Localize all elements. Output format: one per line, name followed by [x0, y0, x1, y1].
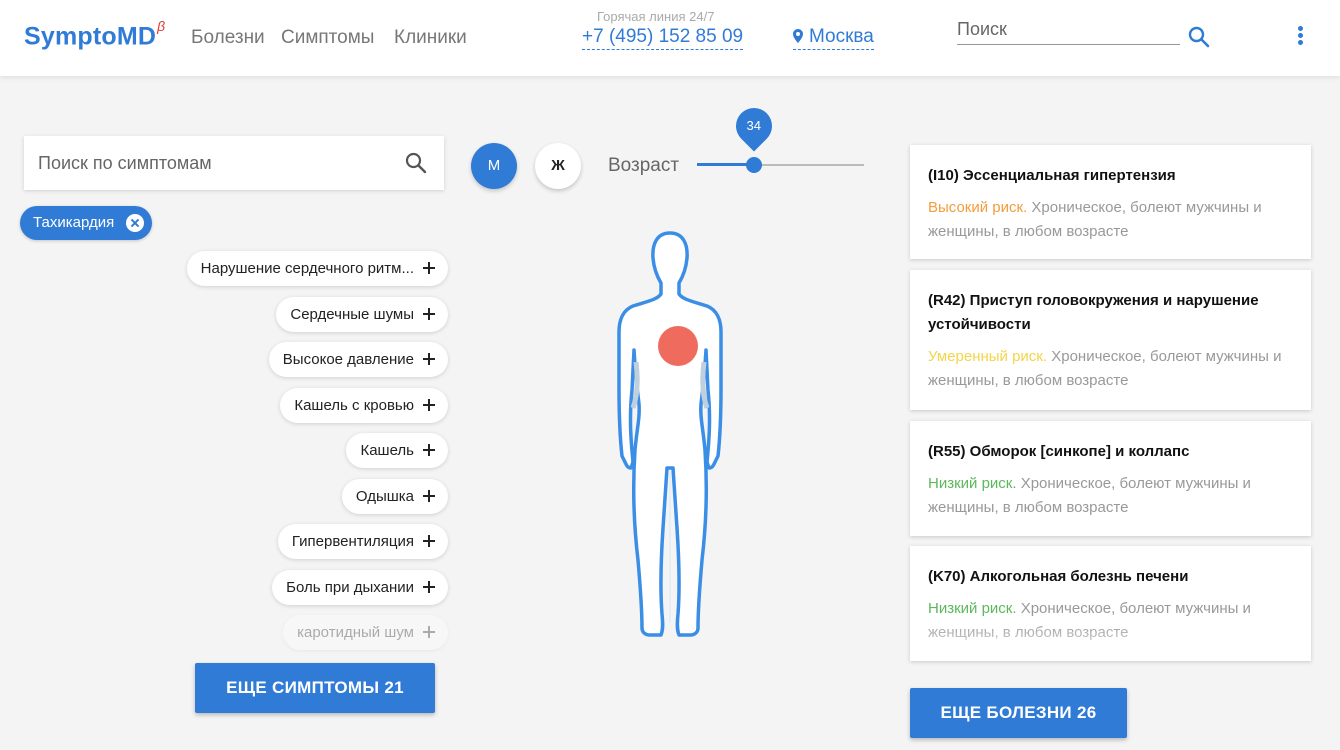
city-selector[interactable]: Москва [793, 26, 874, 50]
risk-level: Высокий риск. [928, 199, 1028, 216]
hotline-label: Горячая линия 24/7 [597, 9, 715, 24]
selected-symptom-label: Тахикардия [33, 214, 115, 231]
more-symptoms-button[interactable]: ЕЩЕ СИМПТОМЫ 21 [195, 663, 435, 713]
plus-icon[interactable] [423, 580, 435, 593]
plus-icon[interactable] [423, 398, 435, 411]
logo[interactable]: SymptoMDβ [24, 18, 165, 51]
symptom-search-input[interactable] [24, 136, 384, 190]
human-body-figure[interactable] [605, 228, 735, 648]
plus-icon[interactable] [423, 444, 435, 456]
symptom-suggestion[interactable]: каротидный шум [283, 615, 448, 650]
hotline-phone-link[interactable]: +7 (495) 152 85 09 [582, 26, 744, 50]
gender-male-button[interactable]: М [471, 143, 517, 189]
city-label: Москва [809, 26, 874, 47]
symptom-suggestion[interactable]: Гипервентиляция [277, 524, 448, 559]
risk-level: Умеренный риск. [928, 348, 1048, 365]
symptom-suggestion[interactable]: Кашель с кровью [280, 387, 448, 423]
disease-title: (K70) Алкогольная болезнь печени [928, 568, 1189, 585]
close-icon[interactable] [126, 214, 145, 232]
symptom-suggestions: Нарушение сердечного ритм... Сердечные ш… [148, 251, 448, 661]
disease-title: (I10) Эссенциальная гипертензия [928, 167, 1176, 184]
disease-card[interactable]: (I10) Эссенциальная гипертензия Высокий … [910, 145, 1311, 259]
top-header: SymptoMDβ Болезни Симптомы Клиники Горяч… [0, 0, 1340, 76]
search-icon[interactable] [1188, 26, 1210, 53]
plus-icon[interactable] [423, 535, 435, 547]
age-slider-thumb[interactable] [745, 157, 762, 173]
symptom-suggestion[interactable]: Одышка [341, 478, 448, 514]
more-vert-icon[interactable] [1292, 26, 1308, 50]
symptom-suggestion[interactable]: Кашель [346, 433, 448, 468]
disease-description: Высокий риск. Хроническое, болеют мужчин… [928, 199, 1262, 240]
symptom-suggestion[interactable]: Высокое давление [268, 342, 448, 377]
disease-title: (R42) Приступ головокружения и нарушение… [928, 292, 1259, 333]
disease-card[interactable]: (R55) Обморок [синкопе] и коллапс Низкий… [910, 421, 1311, 536]
disease-description: Умеренный риск. Хроническое, болеют мужч… [928, 348, 1282, 389]
gender-female-button[interactable]: Ж [535, 143, 581, 189]
disease-card[interactable]: (R42) Приступ головокружения и нарушение… [910, 270, 1311, 410]
more-diseases-button[interactable]: ЕЩЕ БОЛЕЗНИ 26 [910, 688, 1127, 738]
card-fade [910, 621, 1311, 661]
plus-icon[interactable] [423, 626, 435, 638]
plus-icon[interactable] [423, 489, 435, 502]
header-search-input[interactable] [957, 14, 1180, 45]
risk-level: Низкий риск. [928, 475, 1017, 492]
location-pin-icon [793, 27, 803, 43]
nav-diseases[interactable]: Болезни [191, 27, 265, 49]
age-label: Возраст [608, 155, 680, 176]
disease-title: (R55) Обморок [синкопе] и коллапс [928, 443, 1190, 460]
age-value: 34 [746, 118, 761, 133]
symptom-suggestion[interactable]: Нарушение сердечного ритм... [186, 251, 448, 286]
nav-symptoms[interactable]: Симптомы [281, 27, 374, 49]
symptom-search-box [24, 136, 444, 190]
plus-icon[interactable] [423, 262, 435, 274]
selected-symptom-chip[interactable]: Тахикардия [20, 206, 153, 240]
nav-clinics[interactable]: Клиники [394, 27, 467, 49]
search-icon[interactable] [405, 152, 427, 179]
disease-description: Низкий риск. Хроническое, болеют мужчины… [928, 475, 1251, 516]
disease-card[interactable]: (K70) Алкогольная болезнь печени Низкий … [910, 546, 1311, 661]
risk-level: Низкий риск. [928, 600, 1017, 617]
plus-icon[interactable] [423, 307, 435, 320]
symptom-suggestion[interactable]: Боль при дыхании [272, 569, 448, 605]
plus-icon[interactable] [423, 353, 435, 365]
symptom-suggestion[interactable]: Сердечные шумы [276, 296, 448, 332]
beta-badge: β [157, 18, 166, 34]
